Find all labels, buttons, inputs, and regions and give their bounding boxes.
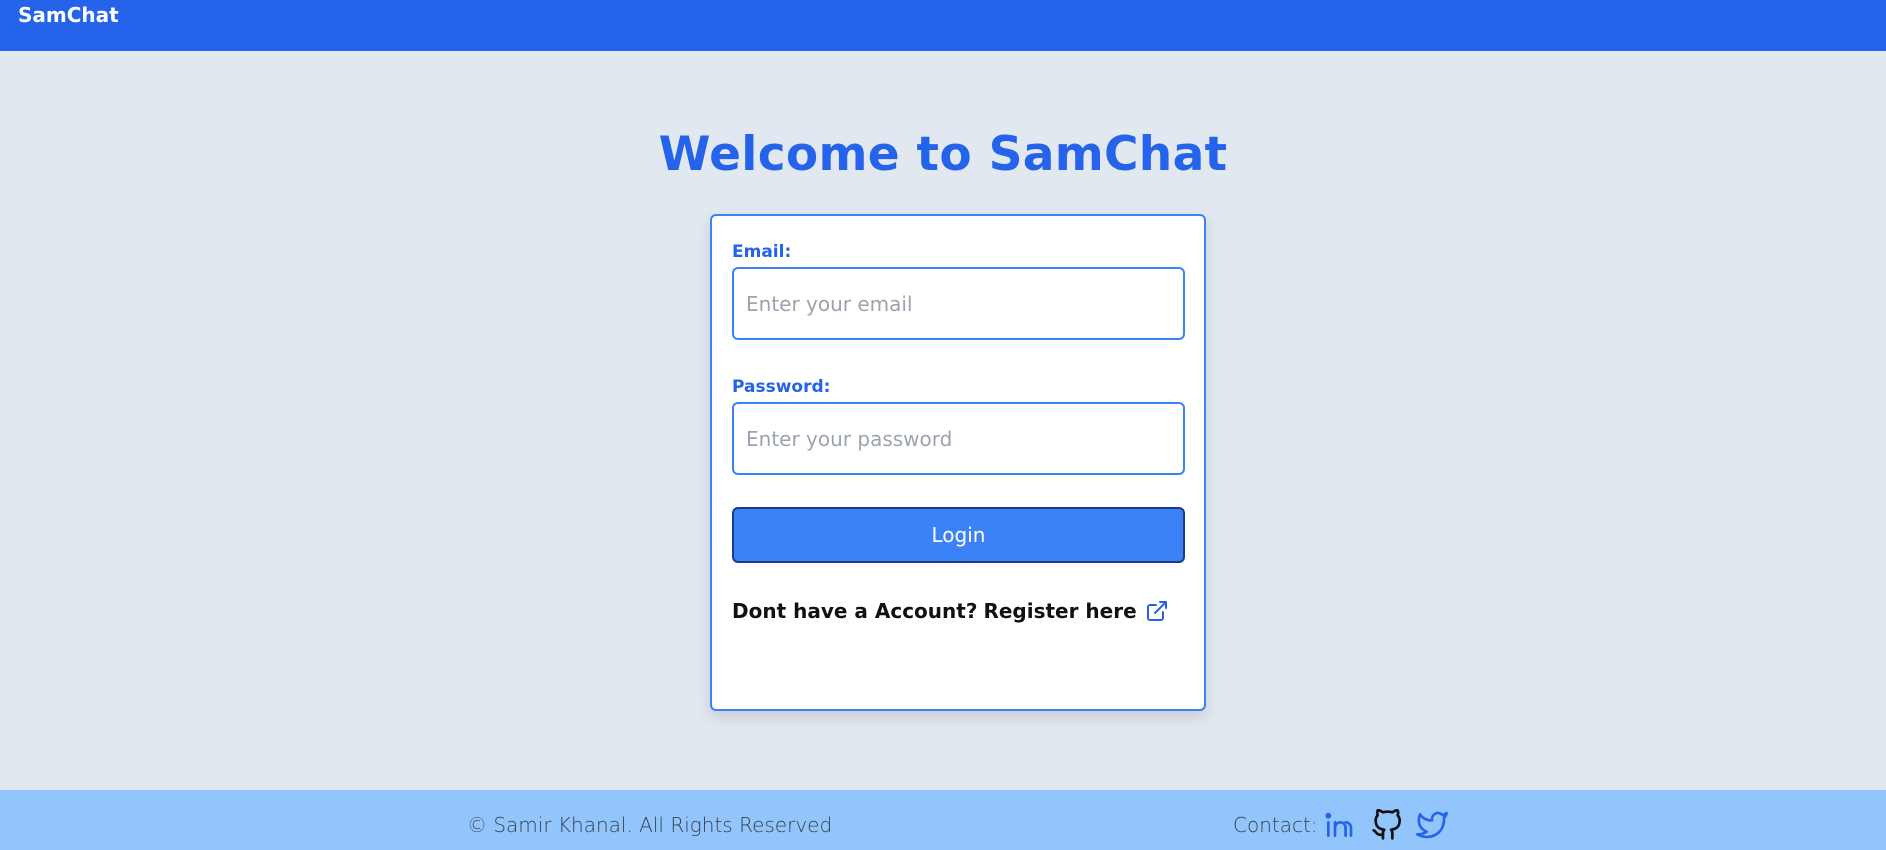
contact-label: Contact: (1233, 813, 1318, 837)
login-button[interactable]: Login (732, 507, 1185, 563)
register-link-text[interactable]: Register here (983, 599, 1136, 623)
footer: © Samir Khanal. All Rights Reserved Cont… (0, 790, 1886, 850)
register-prompt-text: Dont have a Account? (732, 599, 978, 623)
external-link-icon[interactable] (1145, 599, 1169, 623)
register-link[interactable]: Register here (983, 599, 1168, 623)
password-field[interactable] (732, 402, 1185, 475)
brand-logo[interactable]: SamChat (18, 3, 119, 27)
email-label: Email: (732, 242, 792, 262)
github-icon[interactable] (1371, 809, 1403, 841)
copyright-text: © Samir Khanal. All Rights Reserved (467, 813, 833, 837)
top-navbar: SamChat (0, 0, 1886, 51)
linkedin-icon[interactable] (1323, 809, 1355, 841)
register-prompt: Dont have a Account? Register here (732, 599, 1169, 623)
main-content: Welcome to SamChat Email: Password: Logi… (0, 51, 1886, 790)
email-field[interactable] (732, 267, 1185, 340)
password-label: Password: (732, 377, 831, 397)
twitter-icon[interactable] (1416, 809, 1448, 841)
login-card: Email: Password: Login Dont have a Accou… (710, 214, 1206, 711)
page-title: Welcome to SamChat (658, 127, 1228, 182)
